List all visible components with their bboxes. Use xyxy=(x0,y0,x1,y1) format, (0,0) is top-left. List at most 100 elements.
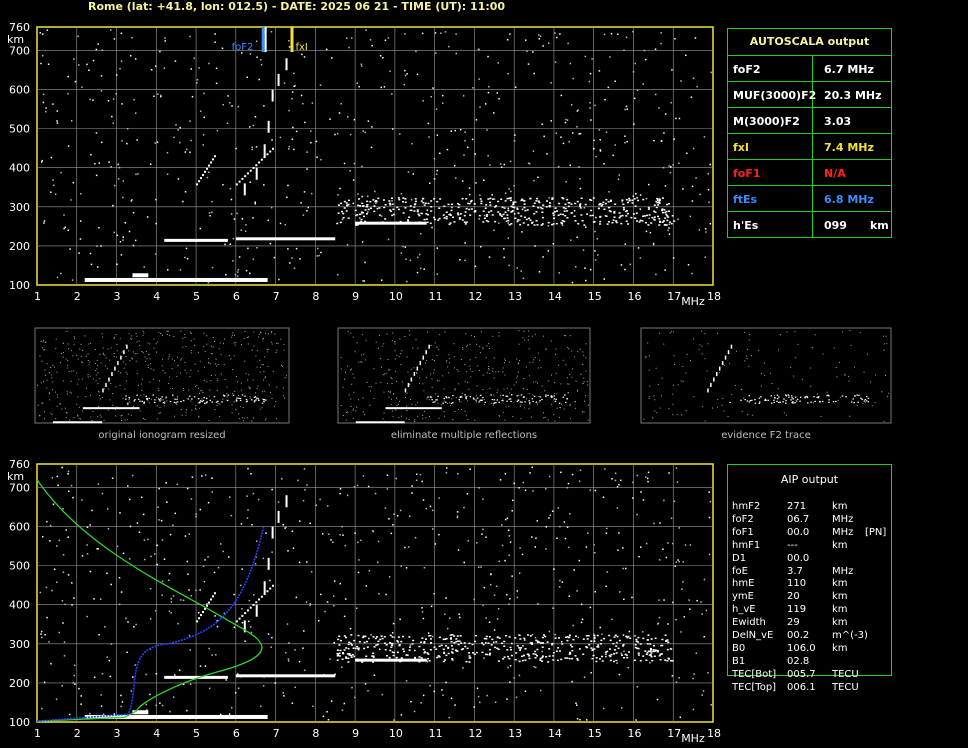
thumb-noise xyxy=(50,412,52,414)
thumb-echo xyxy=(792,398,795,400)
thumb-noise xyxy=(443,388,445,390)
noise-dot xyxy=(605,653,607,655)
aip-value: 06.7 xyxy=(787,513,810,525)
noise-dot xyxy=(150,69,153,71)
noise-dot xyxy=(409,259,412,262)
noise-dot xyxy=(503,248,505,250)
thumb-noise xyxy=(190,352,192,354)
thumb-noise xyxy=(344,378,346,380)
f2-trace-dot xyxy=(272,584,275,587)
echo-dot xyxy=(661,211,664,214)
noise-dot xyxy=(392,524,394,526)
noise-dot xyxy=(301,53,303,56)
thumb-noise xyxy=(744,360,746,362)
thumb-noise xyxy=(144,356,146,358)
echo-dot xyxy=(528,217,531,220)
echo-dot xyxy=(384,203,387,206)
autoscala-value-2: 3.03 xyxy=(824,115,852,128)
noise-dot xyxy=(624,108,626,111)
noise-dot xyxy=(590,119,592,121)
echo-dot xyxy=(518,634,521,637)
noise-dot xyxy=(548,42,550,44)
noise-dot xyxy=(565,181,567,183)
noise-dot xyxy=(254,563,257,565)
noise-dot xyxy=(478,487,481,489)
noise-dot xyxy=(591,58,593,60)
thumb-noise xyxy=(275,400,277,402)
thumb-noise xyxy=(176,375,178,377)
echo-dot xyxy=(343,635,346,637)
noise-dot xyxy=(635,192,637,195)
thumb-noise xyxy=(171,368,173,370)
thumb-noise xyxy=(536,403,538,405)
noise-dot xyxy=(682,188,684,190)
noise-dot xyxy=(476,542,478,544)
thumb-noise xyxy=(400,364,402,366)
thumb-noise xyxy=(390,398,392,400)
thumb-noise xyxy=(259,359,261,361)
f-trace-high xyxy=(355,658,427,662)
noise-dot xyxy=(206,603,208,605)
noise-dot xyxy=(337,273,339,276)
thumb-noise xyxy=(78,418,80,420)
echo-dot xyxy=(528,657,531,660)
noise-dot xyxy=(72,181,75,184)
noise-dot xyxy=(614,472,617,474)
thumb-echo xyxy=(501,399,503,402)
thumb-noise xyxy=(112,404,114,406)
noise-dot xyxy=(309,522,311,525)
thumb-echo xyxy=(521,401,523,403)
echo-dot xyxy=(421,637,424,639)
noise-dot xyxy=(253,594,255,596)
echo-dot xyxy=(361,202,364,205)
thumb-noise xyxy=(267,333,269,335)
thumb-echo xyxy=(141,400,143,402)
noise-dot xyxy=(310,141,312,144)
thumb-noise xyxy=(45,341,47,343)
echo-dot xyxy=(362,211,365,214)
thumb-noise xyxy=(161,335,163,337)
noise-dot xyxy=(542,256,544,258)
thumb-echo xyxy=(845,396,847,398)
noise-dot xyxy=(456,516,459,519)
echo-dot xyxy=(653,655,656,658)
thumb-echo xyxy=(235,399,238,401)
thumb-noise xyxy=(256,350,258,352)
noise-dot xyxy=(624,268,626,271)
thumb-noise xyxy=(224,379,226,381)
echo-dot xyxy=(661,209,664,212)
thumb-echo xyxy=(754,399,756,401)
noise-dot xyxy=(682,581,684,583)
noise-dot xyxy=(580,621,583,624)
echo-dot xyxy=(586,213,589,215)
echo-dot xyxy=(612,660,615,663)
noise-dot xyxy=(125,617,127,620)
thumb-noise xyxy=(165,398,167,400)
thumb-noise xyxy=(396,354,398,356)
thumb-noise xyxy=(263,371,265,373)
noise-dot xyxy=(442,694,444,696)
thumb-noise xyxy=(542,412,544,414)
thumb-noise xyxy=(448,362,450,364)
thumb-noise xyxy=(275,351,277,353)
noise-dot xyxy=(421,480,423,483)
thumb-noise xyxy=(883,420,885,422)
noise-dot xyxy=(206,176,209,179)
echo-dot xyxy=(503,217,506,220)
echo-dot xyxy=(427,202,430,205)
echo-dot xyxy=(606,223,609,225)
echo-dot xyxy=(548,202,551,204)
noise-dot xyxy=(678,117,681,120)
noise-dot xyxy=(518,674,521,677)
thumb-noise xyxy=(137,384,139,386)
thumb-noise xyxy=(462,392,464,394)
thumb-noise xyxy=(180,358,182,360)
noise-dot xyxy=(352,179,355,181)
noise-dot xyxy=(489,583,492,586)
x-tick-label: 11 xyxy=(429,727,443,740)
thumb-noise xyxy=(210,353,212,355)
noise-dot xyxy=(579,187,582,190)
echo-dot xyxy=(589,214,592,217)
echo-dot xyxy=(442,638,445,641)
thumb-noise xyxy=(153,338,155,340)
